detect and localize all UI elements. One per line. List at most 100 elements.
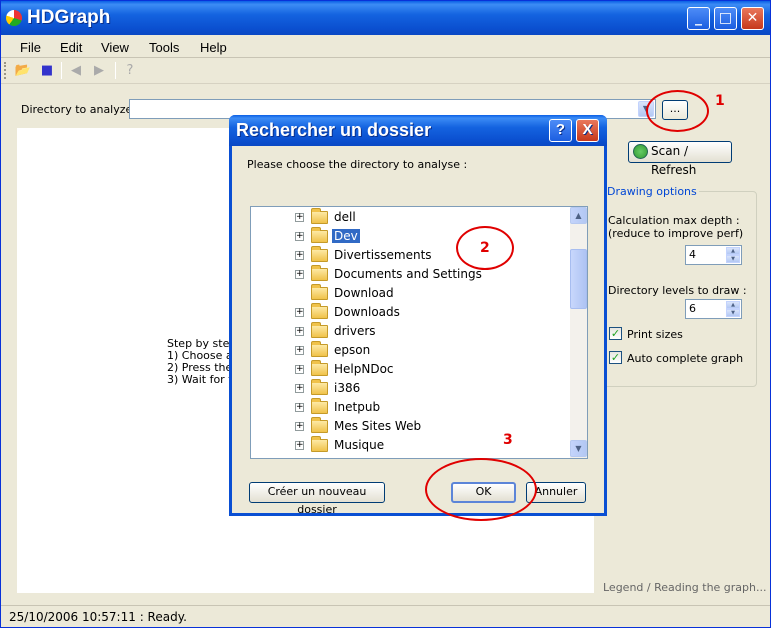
tree-item-label: Download	[334, 286, 394, 300]
annotation-number-1: 1	[715, 93, 725, 109]
legend-link[interactable]: Legend / Reading the graph...	[603, 581, 767, 594]
toolbar: 📂 ■ ◀ ▶ ?	[1, 58, 770, 84]
close-button[interactable]: ✕	[741, 7, 764, 30]
app-title: HDGraph	[27, 7, 111, 28]
directory-label: Directory to analyze :	[21, 103, 140, 116]
tree-item[interactable]: + Mes Sites Web	[251, 417, 571, 436]
menu-help[interactable]: Help	[200, 40, 227, 55]
max-depth-spinner[interactable]: 4 ▲ ▼	[685, 245, 742, 265]
tree-item-label: Dev	[332, 229, 360, 243]
spin-down-icon[interactable]: ▼	[726, 255, 740, 263]
scroll-down-icon[interactable]: ▼	[570, 440, 587, 457]
tree-item-label: drivers	[334, 324, 376, 338]
expand-icon[interactable]: +	[295, 213, 304, 222]
spin-up-icon[interactable]: ▲	[726, 247, 740, 255]
status-text: 25/10/2006 10:57:11 : Ready.	[9, 610, 187, 624]
tree-item-label: HelpNDoc	[334, 362, 394, 376]
directory-levels-spinner[interactable]: 6 ▲ ▼	[685, 299, 742, 319]
save-icon[interactable]: ■	[38, 62, 56, 79]
annotation-number-2: 2	[480, 240, 490, 256]
tree-item[interactable]: + Divertissements	[251, 246, 571, 265]
scroll-thumb[interactable]	[570, 249, 587, 309]
folder-icon	[311, 341, 328, 357]
expand-icon[interactable]: +	[295, 327, 304, 336]
app-icon	[6, 10, 22, 26]
forward-icon[interactable]: ▶	[90, 62, 108, 79]
new-folder-button[interactable]: Créer un nouveau dossier	[249, 482, 385, 516]
folder-tree[interactable]: + dell + Dev + Divertissements + Documents and …	[250, 206, 588, 459]
minimize-icon: _	[695, 10, 702, 26]
back-icon[interactable]: ◀	[67, 62, 85, 79]
open-folder-icon[interactable]: 📂	[14, 62, 32, 79]
tree-item[interactable]: + i386	[251, 379, 571, 398]
tree-item-label: Documents and Settings	[334, 267, 482, 281]
spin-up-icon[interactable]: ▲	[726, 301, 740, 309]
folder-icon	[311, 417, 328, 433]
title-bar[interactable]: HDGraph _ □ ✕	[1, 1, 770, 35]
tree-scrollbar[interactable]: ▲ ▼	[570, 207, 587, 458]
dialog-prompt: Please choose the directory to analyse :	[247, 158, 468, 171]
spin-down-icon[interactable]: ▼	[726, 309, 740, 317]
expand-icon[interactable]: +	[295, 308, 304, 317]
tree-item-label: i386	[334, 381, 361, 395]
print-sizes-checkbox[interactable]: ✓	[609, 327, 622, 340]
drawing-options-legend: Drawing options	[607, 185, 699, 198]
menu-edit[interactable]: Edit	[60, 40, 82, 55]
refresh-icon	[633, 144, 648, 159]
scan-refresh-button[interactable]: Scan / Refresh	[628, 141, 732, 177]
menu-file[interactable]: File	[20, 40, 41, 55]
dialog-close-button[interactable]: X	[576, 119, 599, 142]
folder-browser-dialog: Rechercher un dossier ? X Please choose …	[229, 115, 607, 516]
expand-icon[interactable]: +	[295, 422, 304, 431]
toolbar-separator	[61, 62, 62, 79]
tree-item-label: Downloads	[334, 305, 400, 319]
tree-item[interactable]: Download	[251, 284, 571, 303]
max-depth-label: Calculation max depth : (reduce to impro…	[608, 214, 744, 240]
maximize-button[interactable]: □	[714, 7, 737, 30]
dialog-title-bar[interactable]: Rechercher un dossier ? X	[229, 115, 607, 146]
expand-icon[interactable]: +	[295, 365, 304, 374]
tree-item[interactable]: + Dev	[251, 227, 571, 246]
maximize-icon: □	[718, 10, 733, 26]
tree-item[interactable]: + Downloads	[251, 303, 571, 322]
menu-bar: File Edit View Tools Help	[1, 35, 770, 58]
annotation-circle-3	[425, 458, 537, 521]
folder-icon	[311, 284, 328, 300]
folder-icon	[311, 398, 328, 414]
menu-tools[interactable]: Tools	[149, 40, 179, 55]
folder-icon	[311, 265, 328, 281]
tree-item[interactable]: + Inetpub	[251, 398, 571, 417]
tree-item-label: dell	[334, 210, 356, 224]
expand-icon[interactable]: +	[295, 403, 304, 412]
minimize-button[interactable]: _	[687, 7, 710, 30]
auto-complete-checkbox[interactable]: ✓	[609, 351, 622, 364]
tree-item[interactable]: + dell	[251, 208, 571, 227]
menu-view[interactable]: View	[101, 40, 129, 55]
expand-icon[interactable]: +	[295, 384, 304, 393]
folder-icon	[311, 360, 328, 376]
help-icon[interactable]: ?	[121, 62, 139, 79]
status-bar: 25/10/2006 10:57:11 : Ready.	[1, 605, 770, 627]
scroll-up-icon[interactable]: ▲	[570, 207, 587, 224]
expand-icon[interactable]: +	[295, 346, 304, 355]
expand-icon[interactable]: +	[295, 251, 304, 260]
toolbar-grip[interactable]	[4, 62, 7, 79]
expand-icon[interactable]: +	[295, 270, 304, 279]
expand-icon[interactable]: +	[295, 232, 304, 241]
tree-item[interactable]: + HelpNDoc	[251, 360, 571, 379]
directory-levels-label: Directory levels to draw :	[608, 284, 747, 297]
folder-icon	[311, 246, 328, 262]
print-sizes-label: Print sizes	[627, 328, 683, 341]
folder-icon	[311, 227, 328, 243]
dialog-title: Rechercher un dossier	[236, 120, 432, 140]
tree-item-label: Musique	[334, 438, 385, 452]
tree-item[interactable]: + drivers	[251, 322, 571, 341]
tree-item[interactable]: + Documents and Settings	[251, 265, 571, 284]
tree-item[interactable]: + Musique	[251, 436, 571, 455]
close-icon: ✕	[746, 10, 759, 26]
help-icon: ?	[555, 121, 566, 138]
tree-item[interactable]: + epson	[251, 341, 571, 360]
expand-icon[interactable]: +	[295, 441, 304, 450]
folder-icon	[311, 322, 328, 338]
dialog-help-button[interactable]: ?	[549, 119, 572, 142]
